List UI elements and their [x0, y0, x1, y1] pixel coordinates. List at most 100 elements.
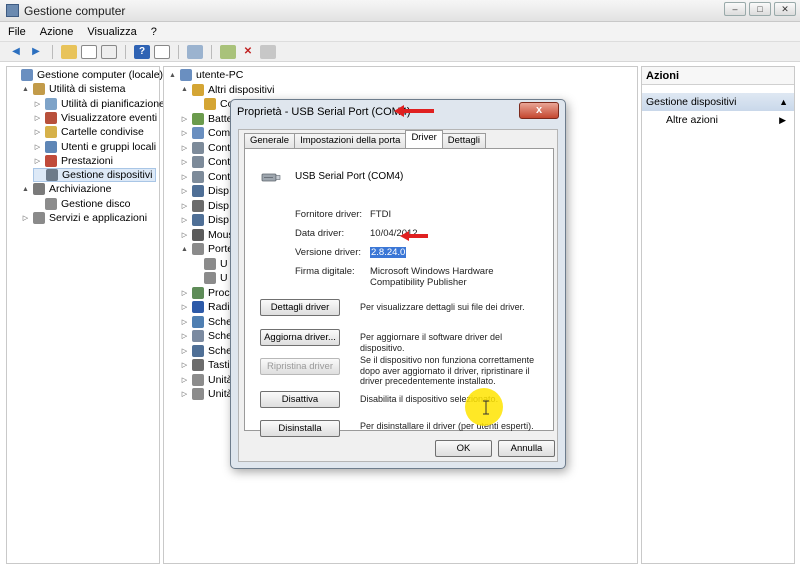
tree-item[interactable]: ▷ Disp: [180, 184, 229, 198]
menu-help[interactable]: ?: [151, 26, 157, 38]
tree-expander-icon[interactable]: ▷: [180, 318, 189, 326]
warning-device-icon: [204, 98, 216, 110]
tree-expander-icon[interactable]: ▲: [21, 86, 30, 93]
tab-dettagli[interactable]: Dettagli: [441, 133, 486, 148]
tree-item[interactable]: ▷ Proc: [180, 286, 230, 300]
tree-expander-icon[interactable]: ▷: [180, 361, 189, 369]
tree-item[interactable]: U: [192, 271, 228, 285]
tree-item[interactable]: ▲ Utilità di sistema: [21, 82, 125, 96]
collapse-arrow-icon[interactable]: ▲: [779, 93, 788, 111]
tree-item[interactable]: ▲ Porte: [180, 242, 233, 256]
back-icon[interactable]: ◀: [8, 45, 24, 59]
tree-expander-icon[interactable]: ▷: [180, 144, 189, 152]
tree-item[interactable]: ▷ Cont: [180, 170, 230, 184]
minimize-button[interactable]: –: [724, 2, 746, 16]
uninstall-icon[interactable]: ✕: [240, 45, 256, 59]
tree-expander-icon[interactable]: ▷: [21, 214, 30, 222]
tree-item[interactable]: ▷ Cont: [180, 155, 230, 169]
cancel-button[interactable]: Annulla: [498, 440, 555, 457]
tree-item[interactable]: ▷ Mous: [180, 228, 234, 242]
tree-item[interactable]: ▷ Com: [180, 126, 230, 140]
tree-item[interactable]: ▷ Utilità di pianificazione: [33, 97, 165, 111]
tree-expander-icon[interactable]: ▷: [180, 173, 189, 181]
tree-item[interactable]: ▷ Cartelle condivise: [33, 125, 144, 139]
show-hide-tree-icon[interactable]: [81, 44, 97, 59]
tree-item[interactable]: ▷ Disp: [180, 213, 229, 227]
tree-expander-icon[interactable]: ▷: [180, 231, 189, 239]
menu-azione[interactable]: Azione: [40, 26, 74, 38]
more-actions-item[interactable]: Altre azioni ▶: [642, 111, 794, 129]
driver-details-button[interactable]: Dettagli driver: [260, 299, 340, 316]
tree-item[interactable]: ▷ Visualizzatore eventi: [33, 111, 157, 125]
tree-expander-icon[interactable]: ▷: [180, 158, 189, 166]
ok-button[interactable]: OK: [435, 440, 492, 457]
tree-expander-icon[interactable]: ▲: [21, 186, 30, 193]
tree-item[interactable]: ▷ Sche: [180, 329, 232, 343]
tree-item[interactable]: ▷ Batte: [180, 112, 233, 126]
tree-expander-icon[interactable]: ▷: [33, 128, 42, 136]
close-button[interactable]: ✕: [774, 2, 796, 16]
tree-item[interactable]: ▲ utente-PC: [168, 68, 243, 82]
tree-expander-icon[interactable]: ▷: [180, 187, 189, 195]
tree-item[interactable]: ▷ Servizi e applicazioni: [21, 211, 147, 225]
tree-expander-icon[interactable]: ▷: [180, 202, 189, 210]
tree-expander-icon[interactable]: ▷: [33, 143, 42, 151]
tree-expander-icon[interactable]: ▲: [168, 72, 177, 79]
tree-expander-icon[interactable]: ▷: [180, 376, 189, 384]
menu-file[interactable]: File: [8, 26, 26, 38]
driver-version-value[interactable]: 2.8.24.0: [370, 247, 407, 258]
tree-item[interactable]: U: [192, 257, 228, 271]
tree-expander-icon[interactable]: ▷: [33, 157, 42, 165]
tree-item[interactable]: ▲ Archiviazione: [21, 182, 111, 196]
tree-expander-icon[interactable]: ▷: [180, 216, 189, 224]
tree-expander-icon[interactable]: ▷: [180, 390, 189, 398]
tree-expander-icon[interactable]: ▷: [180, 289, 189, 297]
menu-visualizza[interactable]: Visualizza: [87, 26, 136, 38]
tree-item[interactable]: ▷ Sche: [180, 315, 232, 329]
help-icon[interactable]: ?: [134, 44, 150, 59]
tree-item[interactable]: ▷ Unità: [180, 373, 233, 387]
tree-expander-icon[interactable]: ▷: [180, 115, 189, 123]
tree-item-label: Utilità di pianificazione: [61, 97, 165, 110]
rollback-driver-button[interactable]: Ripristina driver: [260, 358, 340, 375]
tree-expander-icon[interactable]: ▷: [180, 303, 189, 311]
tree-item[interactable]: Gestione dispositivi: [33, 168, 157, 183]
tree-expander-icon[interactable]: ▷: [180, 129, 189, 137]
tab-generale[interactable]: Generale: [244, 133, 296, 148]
tree-item[interactable]: ▷ Disp: [180, 199, 229, 213]
maximize-button[interactable]: □: [749, 2, 771, 16]
update-driver-button[interactable]: Aggiorna driver...: [260, 329, 340, 346]
toolbar-separator: [211, 44, 212, 59]
monitor-icon: [192, 214, 204, 226]
disable-device-icon[interactable]: [260, 44, 276, 59]
dialog-close-button[interactable]: x: [519, 102, 559, 119]
tree-item[interactable]: ▲ Altri dispositivi: [180, 83, 275, 97]
scan-hardware-icon[interactable]: [187, 44, 203, 59]
tree-item[interactable]: ▷ Utenti e gruppi locali: [33, 140, 156, 154]
actions-section-device-manager[interactable]: Gestione dispositivi ▲: [642, 93, 794, 111]
action-pane-icon[interactable]: [154, 44, 170, 59]
tree-expander-icon[interactable]: ▷: [180, 332, 189, 340]
up-folder-icon[interactable]: [61, 44, 77, 59]
tree-item[interactable]: ▷ Cont: [180, 141, 230, 155]
tree-expander-icon[interactable]: ▷: [180, 347, 189, 355]
tree-expander-icon[interactable]: ▷: [33, 100, 42, 108]
uninstall-driver-button[interactable]: Disinstalla: [260, 420, 340, 437]
update-driver-icon[interactable]: [220, 44, 236, 59]
tree-item[interactable]: Gestione computer (locale): [9, 68, 163, 82]
tree-expander-icon[interactable]: ▲: [180, 86, 189, 93]
tree-item[interactable]: ▷ Prestazioni: [33, 154, 113, 168]
tree-item[interactable]: ▷ Tasti: [180, 358, 230, 372]
tree-item[interactable]: Gestione disco: [33, 197, 130, 211]
disable-device-button[interactable]: Disattiva: [260, 391, 340, 408]
forward-icon[interactable]: ▶: [28, 45, 44, 59]
tab-driver[interactable]: Driver: [405, 130, 443, 148]
properties-icon[interactable]: [101, 44, 117, 59]
tree-item[interactable]: ▷ Sche: [180, 344, 232, 358]
toolbar-separator: [52, 44, 53, 59]
tree-item[interactable]: ▷ Radi: [180, 300, 230, 314]
tree-item[interactable]: ▷ Unità: [180, 387, 233, 401]
tree-expander-icon[interactable]: ▲: [180, 246, 189, 253]
tab-impostazioni-porta[interactable]: Impostazioni della porta: [294, 133, 407, 148]
tree-expander-icon[interactable]: ▷: [33, 114, 42, 122]
